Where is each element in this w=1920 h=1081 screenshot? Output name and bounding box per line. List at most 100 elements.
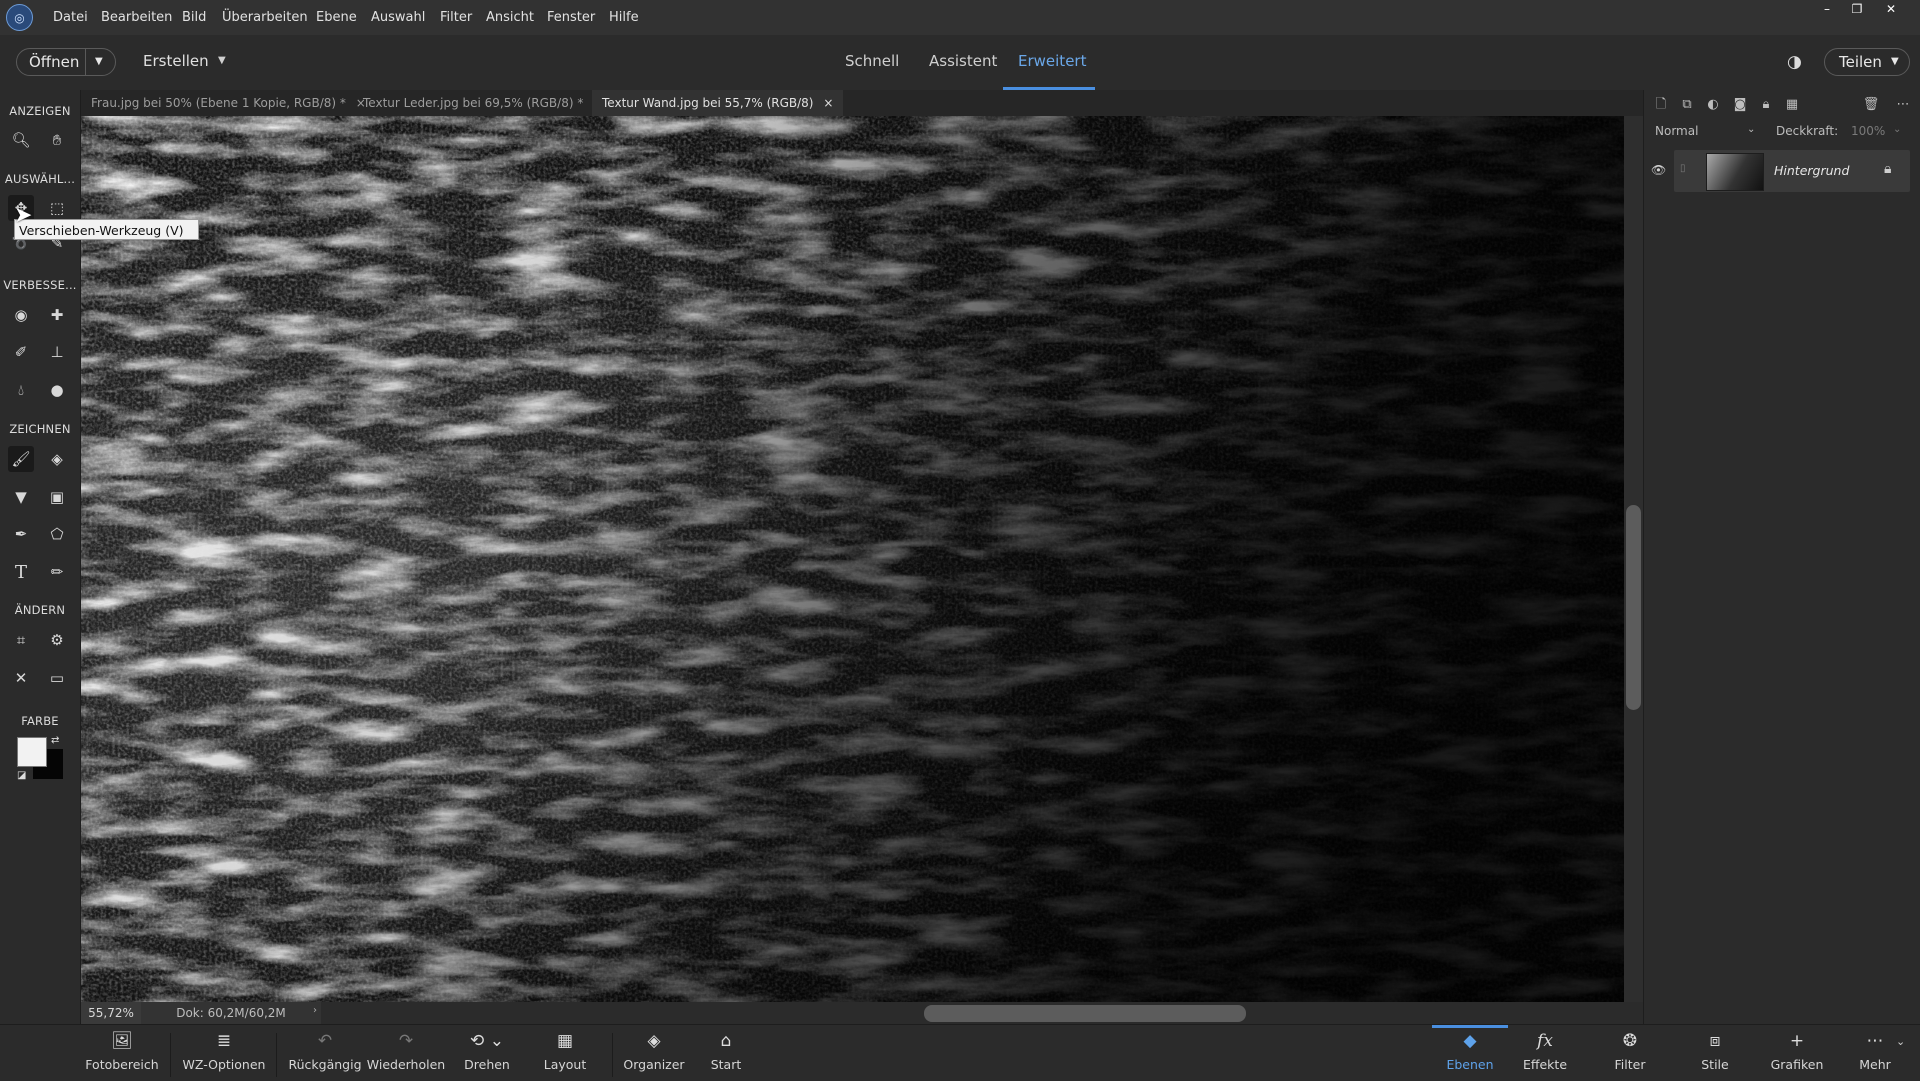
styles-panel-button[interactable]: ⧈ Stile	[1687, 1025, 1743, 1081]
trash-icon[interactable]: 🗑︎	[1862, 96, 1880, 114]
blur-tool-icon[interactable]: 💧︎	[8, 377, 34, 403]
zoom-readout[interactable]: 55,72%	[81, 1002, 141, 1024]
chevron-down-icon[interactable]: ▼	[95, 49, 103, 75]
layers-panel	[1643, 90, 1920, 1024]
custom-shape-tool-icon[interactable]: ⬠	[44, 521, 70, 547]
minimize-button[interactable]: –	[1812, 0, 1842, 18]
menu-auswahl[interactable]: Auswahl	[371, 0, 425, 35]
undo-button[interactable]: ↶ Rückgängig	[286, 1025, 364, 1081]
sponge-tool-icon[interactable]: ●	[44, 377, 70, 403]
layer-link-icon[interactable]: ▯	[1680, 163, 1686, 174]
adjustment-layer-icon[interactable]: ◐	[1704, 96, 1722, 114]
close-icon[interactable]: ×	[823, 96, 833, 110]
layer-locked-icon: 🔒︎	[1884, 161, 1892, 177]
effects-panel-button[interactable]: fx Effekte	[1516, 1025, 1574, 1081]
document-tabs: Frau.jpg bei 50% (Ebene 1 Kopie, RGB/8) …	[81, 90, 1643, 116]
close-window-button[interactable]: ✕	[1876, 0, 1906, 18]
tab-assistent[interactable]: Assistent	[929, 52, 997, 70]
share-label: Teilen	[1839, 53, 1882, 71]
content-aware-move-tool-icon[interactable]: ✕	[8, 665, 34, 691]
straighten-tool-icon[interactable]: ▭	[44, 665, 70, 691]
crop-tool-icon[interactable]: ⌗	[8, 627, 34, 653]
layer-name[interactable]: Hintergrund	[1774, 163, 1849, 178]
open-button[interactable]: Öffnen ▼	[16, 48, 116, 76]
eraser-tool-icon[interactable]: ◈	[44, 446, 70, 472]
brush-tool-icon[interactable]: 🖌︎	[8, 446, 34, 472]
more-options-icon[interactable]: ⋯	[1894, 96, 1912, 114]
blend-mode-select[interactable]: Normal	[1655, 124, 1698, 138]
image-canvas[interactable]	[81, 116, 1624, 1002]
chevron-down-icon[interactable]: ⌄	[1896, 1035, 1905, 1048]
smart-brush-tool-icon[interactable]: ✐	[8, 339, 34, 365]
photo-bin-label: Fotobereich	[85, 1057, 159, 1072]
section-select: AUSWÄHL...	[4, 172, 76, 186]
share-button[interactable]: Teilen ▼	[1824, 48, 1910, 76]
opacity-label: Deckkraft:	[1776, 124, 1839, 138]
chevron-down-icon[interactable]: ⌄	[1747, 124, 1755, 135]
red-eye-tool-icon[interactable]: ◉	[8, 302, 34, 328]
clone-stamp-tool-icon[interactable]: ⊥	[44, 339, 70, 365]
chevron-down-icon[interactable]: ▼	[218, 55, 226, 66]
lock-transparency-icon[interactable]: ▦	[1783, 96, 1801, 114]
marquee-tool-icon[interactable]: ⬚	[44, 195, 70, 221]
app-logo-icon: ◎	[6, 4, 33, 31]
new-group-icon[interactable]: ⧉	[1678, 96, 1696, 114]
gradient-tool-icon[interactable]: ▣	[44, 484, 70, 510]
opacity-value[interactable]: 100%	[1851, 124, 1885, 138]
layer-visibility-eye-icon[interactable]: 👁︎	[1651, 163, 1666, 177]
menu-fenster[interactable]: Fenster	[547, 0, 595, 35]
rotate-button[interactable]: ⟲ ⌄ Drehen	[460, 1025, 514, 1081]
tool-options-icon: ≣	[216, 1031, 232, 1051]
divider	[276, 1033, 277, 1077]
pencil-tool-icon[interactable]: ✏	[44, 559, 70, 585]
eyedropper-tool-icon[interactable]: ✒	[8, 521, 34, 547]
menu-datei[interactable]: Datei	[53, 0, 88, 35]
menu-hilfe[interactable]: Hilfe	[609, 0, 639, 35]
more-button[interactable]: ⋯ Mehr	[1850, 1025, 1900, 1081]
tab-schnell[interactable]: Schnell	[845, 52, 899, 70]
restore-button[interactable]: ❐	[1842, 0, 1872, 18]
tool-options-button[interactable]: ≣ WZ-Optionen	[180, 1025, 268, 1081]
doc-tab-label: Textur Wand.jpg bei 55,7% (RGB/8)	[602, 96, 814, 110]
horizontal-scroll-thumb[interactable]	[924, 1005, 1246, 1022]
menu-ueberarbeiten[interactable]: Überarbeiten	[222, 0, 308, 35]
menu-bild[interactable]: Bild	[182, 0, 206, 35]
swap-colors-icon[interactable]: ⇄	[51, 735, 59, 746]
start-button[interactable]: ⌂ Start	[698, 1025, 754, 1081]
theme-contrast-icon[interactable]: ◑	[1787, 52, 1802, 72]
type-tool-icon[interactable]: T	[8, 559, 34, 585]
vertical-scroll-thumb[interactable]	[1626, 505, 1641, 710]
layers-panel-button[interactable]: ◆ Ebenen	[1432, 1025, 1508, 1081]
doc-tab-frau[interactable]: Frau.jpg bei 50% (Ebene 1 Kopie, RGB/8) …	[91, 90, 366, 116]
chevron-right-icon[interactable]: ›	[313, 1005, 317, 1016]
chevron-down-icon[interactable]: ⌄	[1893, 124, 1901, 135]
doc-tab-textur-leder[interactable]: Textur Leder.jpg bei 69,5% (RGB/8) * ×	[363, 90, 603, 116]
layer-row-hintergrund[interactable]: ▯ Hintergrund 🔒︎	[1674, 150, 1910, 192]
zoom-tool-icon[interactable]: 🔍︎	[8, 127, 34, 153]
organizer-button[interactable]: ◈ Organizer	[620, 1025, 688, 1081]
photo-bin-button[interactable]: 🖼︎ Fotobereich	[82, 1025, 162, 1081]
redo-button[interactable]: ↷ Wiederholen	[366, 1025, 446, 1081]
new-layer-icon[interactable]: 🗋	[1652, 96, 1670, 114]
layout-button[interactable]: ▦ Layout	[538, 1025, 592, 1081]
graphics-label: Grafiken	[1770, 1057, 1824, 1072]
lock-icon[interactable]: 🔒︎	[1757, 96, 1775, 114]
spot-healing-tool-icon[interactable]: ✚	[44, 302, 70, 328]
layer-mask-icon[interactable]: ◙	[1731, 96, 1749, 114]
doc-tab-textur-wand[interactable]: Textur Wand.jpg bei 55,7% (RGB/8) ×	[592, 90, 844, 116]
menu-bearbeiten[interactable]: Bearbeiten	[101, 0, 172, 35]
filter-panel-button[interactable]: ❂ Filter	[1601, 1025, 1659, 1081]
menu-filter[interactable]: Filter	[440, 0, 472, 35]
graphics-panel-button[interactable]: + Grafiken	[1764, 1025, 1830, 1081]
create-button[interactable]: Erstellen	[143, 52, 209, 70]
section-color: FARBE	[21, 714, 59, 728]
recompose-tool-icon[interactable]: ⚙	[44, 627, 70, 653]
menu-ansicht[interactable]: Ansicht	[486, 0, 534, 35]
rotate-label: Drehen	[464, 1057, 510, 1072]
foreground-color-swatch[interactable]	[17, 737, 47, 767]
hand-tool-icon[interactable]: ✋︎	[44, 127, 70, 153]
default-colors-icon[interactable]: ◪	[17, 770, 26, 781]
tab-erweitert[interactable]: Erweitert	[1018, 52, 1086, 70]
menu-ebene[interactable]: Ebene	[316, 0, 357, 35]
paint-bucket-tool-icon[interactable]: ▼	[8, 484, 34, 510]
